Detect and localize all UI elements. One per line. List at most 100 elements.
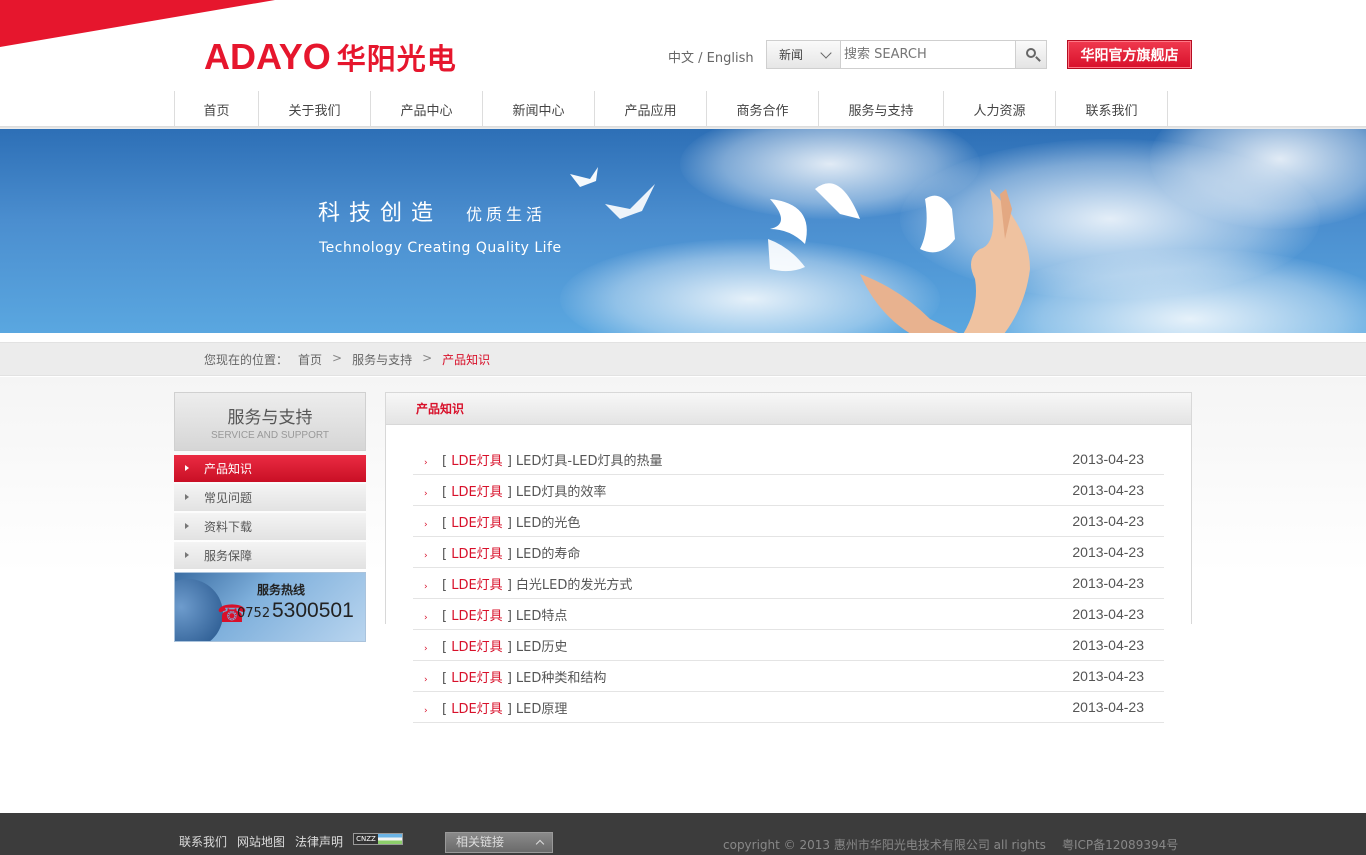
article-title[interactable]: LED历史 [516, 636, 567, 655]
hotline-title: 服务热线 [257, 583, 306, 597]
arrow-right-icon: › [424, 582, 428, 592]
article-list: › [ LDE灯具 ] LED灯具-LED灯具的热量 2013-04-23 › … [413, 444, 1164, 723]
list-item[interactable]: › [ LDE灯具 ] LED特点 2013-04-23 [413, 599, 1164, 630]
article-tag: [ LDE灯具 ] [442, 639, 512, 655]
sidebar-item-downloads[interactable]: 资料下载 [174, 513, 366, 540]
list-item[interactable]: › [ LDE灯具 ] LED种类和结构 2013-04-23 [413, 661, 1164, 692]
article-date: 2013-04-23 [1072, 482, 1144, 498]
nav-item-applications[interactable]: 产品应用 [595, 91, 707, 127]
search-category-select[interactable]: 新闻 [767, 41, 841, 68]
breadcrumb-current: 产品知识 [442, 353, 491, 367]
phone-icon: ☎ [217, 600, 247, 628]
nav-item-service[interactable]: 服务与支持 [819, 91, 944, 127]
logo[interactable]: ADAYO 华阳光电 [204, 36, 457, 78]
article-date: 2013-04-23 [1072, 513, 1144, 529]
article-date: 2013-04-23 [1072, 668, 1144, 684]
banner-slogan-cn2: 优质生活 [466, 205, 547, 224]
nav-item-news[interactable]: 新闻中心 [483, 91, 595, 127]
list-item[interactable]: › [ LDE灯具 ] LED原理 2013-04-23 [413, 692, 1164, 723]
nav-item-business[interactable]: 商务合作 [707, 91, 819, 127]
article-title[interactable]: LED特点 [516, 605, 567, 624]
article-tag: [ LDE灯具 ] [442, 515, 512, 531]
arrow-right-icon: › [424, 675, 428, 685]
article-title[interactable]: 白光LED的发光方式 [516, 574, 632, 593]
list-item[interactable]: › [ LDE灯具 ] LED历史 2013-04-23 [413, 630, 1164, 661]
nav-item-products[interactable]: 产品中心 [371, 91, 483, 127]
globe-icon [175, 579, 223, 641]
chevron-up-icon [535, 839, 545, 849]
arrow-right-icon [185, 523, 189, 529]
breadcrumb-label: 您现在的位置： [204, 353, 289, 367]
article-date: 2013-04-23 [1072, 544, 1144, 560]
article-title[interactable]: LED灯具-LED灯具的热量 [516, 450, 663, 469]
breadcrumb-service[interactable]: 服务与支持 [352, 351, 412, 368]
arrow-right-icon [185, 552, 189, 558]
article-tag: [ LDE灯具 ] [442, 453, 512, 469]
footer-link-contact[interactable]: 联系我们 [179, 833, 227, 850]
nav-item-home[interactable]: 首页 [175, 91, 259, 127]
banner-slogan-cn: 科技创造 [318, 201, 443, 226]
breadcrumb-home[interactable]: 首页 [298, 351, 322, 368]
search-input[interactable] [841, 41, 1015, 68]
chevron-down-icon [820, 47, 832, 59]
arrow-right-icon: › [424, 520, 428, 530]
article-title[interactable]: LED的寿命 [516, 543, 580, 562]
article-tag-text: LDE灯具 [451, 546, 503, 562]
article-tag-text: LDE灯具 [451, 453, 503, 469]
search-icon-handle [1035, 56, 1041, 62]
arrow-right-icon [185, 494, 189, 500]
logo-cn: 华阳光电 [336, 42, 457, 76]
arrow-right-icon: › [424, 613, 428, 623]
related-links-dropdown[interactable]: 相关链接 [445, 832, 553, 853]
article-title[interactable]: LED原理 [516, 698, 567, 717]
list-item[interactable]: › [ LDE灯具 ] LED的光色 2013-04-23 [413, 506, 1164, 537]
arrow-right-icon [185, 465, 189, 471]
main-nav: 首页 关于我们 产品中心 新闻中心 产品应用 商务合作 服务与支持 人力资源 联… [174, 91, 1168, 127]
sidebar-item-product-knowledge[interactable]: 产品知识 [174, 455, 366, 482]
arrow-right-icon: › [424, 551, 428, 561]
footer-link-sitemap[interactable]: 网站地图 [237, 833, 285, 850]
article-tag-text: LDE灯具 [451, 608, 503, 624]
article-tag-text: LDE灯具 [451, 670, 503, 686]
breadcrumb-separator: > [422, 351, 433, 365]
article-date: 2013-04-23 [1072, 637, 1144, 653]
article-title[interactable]: LED的光色 [516, 512, 580, 531]
article-tag: [ LDE灯具 ] [442, 608, 512, 624]
list-item[interactable]: › [ LDE灯具 ] LED灯具-LED灯具的热量 2013-04-23 [413, 444, 1164, 475]
sidebar-item-label: 产品知识 [204, 462, 253, 476]
logo-en: ADAYO [204, 36, 331, 77]
arrow-right-icon: › [424, 644, 428, 654]
list-item[interactable]: › [ LDE灯具 ] LED的寿命 2013-04-23 [413, 537, 1164, 568]
language-switch[interactable]: 中文 / English [668, 47, 754, 66]
flagship-store-button[interactable]: 华阳官方旗舰店 [1067, 40, 1192, 69]
article-title[interactable]: LED种类和结构 [516, 667, 606, 686]
article-date: 2013-04-23 [1072, 575, 1144, 591]
arrow-right-icon: › [424, 489, 428, 499]
sidebar-item-label: 资料下载 [204, 520, 253, 534]
article-tag: [ LDE灯具 ] [442, 546, 512, 562]
nav-item-hr[interactable]: 人力资源 [944, 91, 1056, 127]
article-date: 2013-04-23 [1072, 606, 1144, 622]
footer-links: 联系我们 网站地图 法律声明 [179, 833, 343, 850]
article-title[interactable]: LED灯具的效率 [516, 481, 606, 500]
cnzz-badge[interactable]: CNZZ [353, 833, 403, 845]
sidebar-item-label: 常见问题 [204, 491, 253, 505]
banner-slogan-en: Technology Creating Quality Life [319, 240, 562, 256]
list-item[interactable]: › [ LDE灯具 ] LED灯具的效率 2013-04-23 [413, 475, 1164, 506]
sidebar-item-label: 服务保障 [204, 549, 253, 563]
nav-item-about[interactable]: 关于我们 [259, 91, 371, 127]
icp-number[interactable]: 粤ICP备12089394号 [1062, 836, 1178, 853]
nav-item-contact[interactable]: 联系我们 [1056, 91, 1168, 127]
breadcrumb: 您现在的位置： 首页 > 服务与支持 > 产品知识 [204, 351, 500, 368]
list-item[interactable]: › [ LDE灯具 ] 白光LED的发光方式 2013-04-23 [413, 568, 1164, 599]
search-button[interactable] [1015, 41, 1046, 68]
sidebar-title-en: SERVICE AND SUPPORT [211, 430, 329, 441]
sidebar-item-service-guarantee[interactable]: 服务保障 [174, 542, 366, 569]
article-tag: [ LDE灯具 ] [442, 577, 512, 593]
article-tag: [ LDE灯具 ] [442, 484, 512, 500]
sidebar-item-faq[interactable]: 常见问题 [174, 484, 366, 511]
sidebar-title: 服务与支持 SERVICE AND SUPPORT [174, 392, 366, 451]
footer-link-legal[interactable]: 法律声明 [295, 833, 343, 850]
hotline-box: ☎ 服务热线 0752 5300501 [174, 572, 366, 642]
banner-doves-hands [570, 167, 1030, 333]
